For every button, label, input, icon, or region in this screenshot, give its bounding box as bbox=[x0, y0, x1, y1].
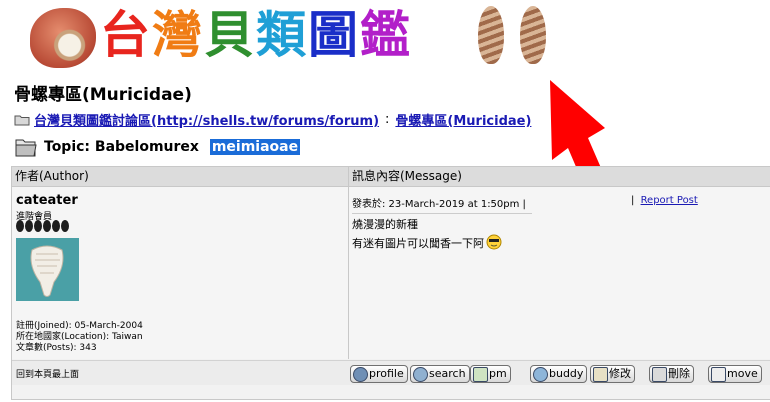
move-icon bbox=[711, 367, 726, 382]
topic-prefix: Topic: Babelomurex bbox=[44, 139, 204, 155]
author-name[interactable]: cateater bbox=[16, 193, 78, 208]
topic-highlight: meimiaoae bbox=[209, 139, 301, 155]
delete-button[interactable]: 刪除 bbox=[649, 365, 694, 383]
author-panel: cateater 進階會員 註冊(Joined): 05-March-2004 … bbox=[12, 187, 349, 359]
shell-logo-right-1 bbox=[478, 6, 504, 64]
pm-icon bbox=[473, 367, 488, 382]
move-button[interactable]: move bbox=[708, 365, 762, 383]
post-date: 發表於: 23-March-2019 at 1:50pm | bbox=[352, 199, 526, 210]
banner-char: 貝 bbox=[204, 5, 256, 64]
delete-icon bbox=[652, 367, 667, 382]
author-location: 所在地國家(Location): Taiwan bbox=[16, 332, 143, 342]
open-folder-icon bbox=[15, 139, 37, 157]
message-divider bbox=[352, 213, 532, 214]
rank-shell-icon bbox=[61, 220, 69, 232]
shell-avatar-image bbox=[30, 245, 64, 297]
zone-link[interactable]: 骨螺專區(Muricidae) bbox=[395, 110, 531, 129]
banner-char: 鑑 bbox=[360, 5, 412, 64]
post-footer: 回到本頁最上面 profile search pm buddy 修改 刪除 mo… bbox=[12, 360, 770, 385]
rank-shell-icon bbox=[16, 220, 24, 232]
post-table: 作者(Author) 訊息內容(Message) cateater 進階會員 註… bbox=[11, 166, 770, 400]
message-panel: 發表於: 23-March-2019 at 1:50pm | | Report … bbox=[349, 187, 770, 359]
profile-icon bbox=[353, 367, 368, 382]
report-separator: | bbox=[631, 195, 635, 206]
breadcrumb: 台灣貝類圖鑑討論區(http://shells.tw/forums/forum)… bbox=[14, 110, 531, 129]
author-joined: 註冊(Joined): 05-March-2004 bbox=[16, 321, 143, 331]
message-column-header: 訊息內容(Message) bbox=[349, 167, 770, 187]
rank-shell-icon bbox=[34, 220, 42, 232]
banner-title: 台 灣 貝 類 圖 鑑 bbox=[100, 2, 412, 68]
topic-heading: Topic: Babelomurex meimiaoae bbox=[14, 136, 301, 158]
rank-stars bbox=[16, 220, 69, 233]
rank-shell-icon bbox=[25, 220, 33, 232]
edit-button[interactable]: 修改 bbox=[590, 365, 635, 383]
rank-shell-icon bbox=[52, 220, 60, 232]
banner-char: 類 bbox=[256, 5, 308, 64]
report-post-link[interactable]: Report Post bbox=[641, 195, 698, 206]
folder-icon bbox=[14, 115, 30, 126]
banner-char: 台 bbox=[100, 5, 152, 64]
message-line: 有迷有圖片可以聞香一下阿 bbox=[352, 237, 484, 250]
rank-shell-icon bbox=[43, 220, 51, 232]
buddy-button[interactable]: buddy bbox=[530, 365, 588, 383]
edit-icon bbox=[593, 367, 608, 382]
author-posts: 文章數(Posts): 343 bbox=[16, 343, 97, 353]
back-to-top-link[interactable]: 回到本頁最上面 bbox=[16, 367, 79, 380]
buddy-icon bbox=[533, 367, 548, 382]
author-info: 註冊(Joined): 05-March-2004 所在地國家(Location… bbox=[16, 321, 143, 354]
search-icon bbox=[413, 367, 428, 382]
search-button[interactable]: search bbox=[410, 365, 470, 383]
banner-char: 圖 bbox=[308, 5, 360, 64]
shell-logo-left bbox=[30, 8, 96, 68]
shell-logo-right-2 bbox=[520, 6, 546, 64]
author-column-header: 作者(Author) bbox=[12, 167, 349, 187]
breadcrumb-separator: : bbox=[385, 112, 390, 127]
message-body: 燒漫漫的新種 有迷有圖片可以聞香一下阿 bbox=[352, 215, 502, 253]
forum-link[interactable]: 台灣貝類圖鑑討論區(http://shells.tw/forums/forum) bbox=[34, 110, 379, 129]
profile-button[interactable]: profile bbox=[350, 365, 408, 383]
message-line: 燒漫漫的新種 bbox=[352, 218, 418, 231]
cool-smiley-icon bbox=[486, 234, 502, 250]
page-title: 骨螺專區(Muricidae) bbox=[14, 85, 192, 105]
avatar bbox=[16, 238, 79, 301]
banner-char: 灣 bbox=[152, 5, 204, 64]
pm-button[interactable]: pm bbox=[470, 365, 511, 383]
